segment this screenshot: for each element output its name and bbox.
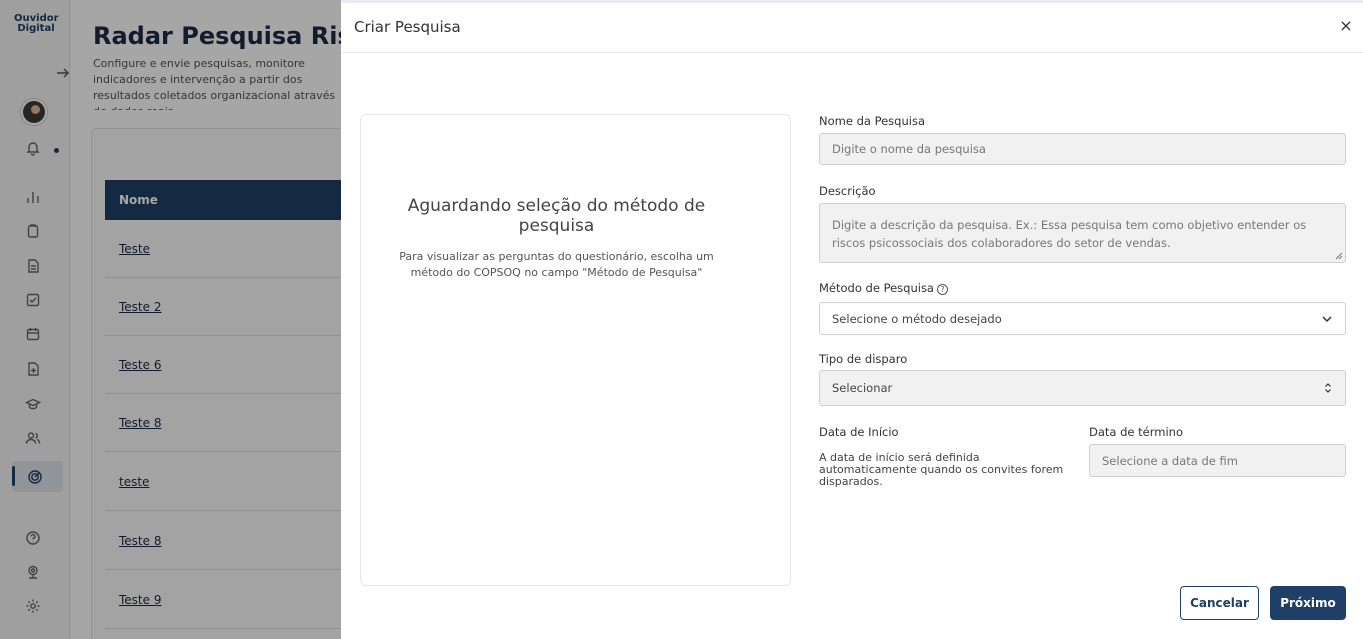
preview-title: Aguardando seleção do método de pesquisa xyxy=(407,196,706,236)
start-date-label: Data de Início xyxy=(819,425,899,439)
description-textarea[interactable]: Digite a descrição da pesquisa. Ex.: Ess… xyxy=(819,203,1346,263)
method-label: Método de Pesquisa? xyxy=(819,281,948,295)
end-date-picker[interactable]: Selecione a data de fim xyxy=(1089,444,1346,477)
modal-backdrop[interactable] xyxy=(0,0,341,639)
question-circle-icon[interactable]: ? xyxy=(936,284,948,295)
survey-name-placeholder: Digite o nome da pesquisa xyxy=(832,142,986,156)
survey-name-input[interactable]: Digite o nome da pesquisa xyxy=(819,133,1346,165)
dialog-header: Criar Pesquisa × xyxy=(341,3,1363,53)
trigger-type-value: Selecionar xyxy=(832,381,893,395)
preview-text: Para visualizar as perguntas do question… xyxy=(399,250,714,279)
trigger-type-label: Tipo de disparo xyxy=(819,352,908,366)
resize-handle-icon[interactable] xyxy=(1335,252,1343,260)
method-select-value: Selecione o método desejado xyxy=(832,311,1002,326)
trigger-type-select[interactable]: Selecionar xyxy=(819,370,1346,406)
close-icon[interactable]: × xyxy=(1337,17,1355,35)
description-label: Descrição xyxy=(819,184,876,198)
cancel-button[interactable]: Cancelar xyxy=(1180,586,1259,620)
create-survey-dialog: Criar Pesquisa × Aguardando seleção do m… xyxy=(341,0,1363,639)
chevron-down-icon xyxy=(1322,315,1332,322)
next-button[interactable]: Próximo xyxy=(1270,586,1346,620)
end-date-label: Data de término xyxy=(1089,425,1183,439)
start-date-hint: A data de início será definida automatic… xyxy=(819,451,1064,488)
questionnaire-preview xyxy=(360,114,791,586)
dialog-title: Criar Pesquisa xyxy=(354,18,461,36)
end-date-placeholder: Selecione a data de fim xyxy=(1102,453,1238,468)
method-select[interactable]: Selecione o método desejado xyxy=(819,302,1346,335)
method-label-text: Método de Pesquisa xyxy=(819,281,934,295)
description-placeholder: Digite a descrição da pesquisa. Ex.: Ess… xyxy=(832,218,1307,250)
sort-chevrons-icon xyxy=(1325,383,1331,393)
survey-name-label: Nome da Pesquisa xyxy=(819,114,925,128)
